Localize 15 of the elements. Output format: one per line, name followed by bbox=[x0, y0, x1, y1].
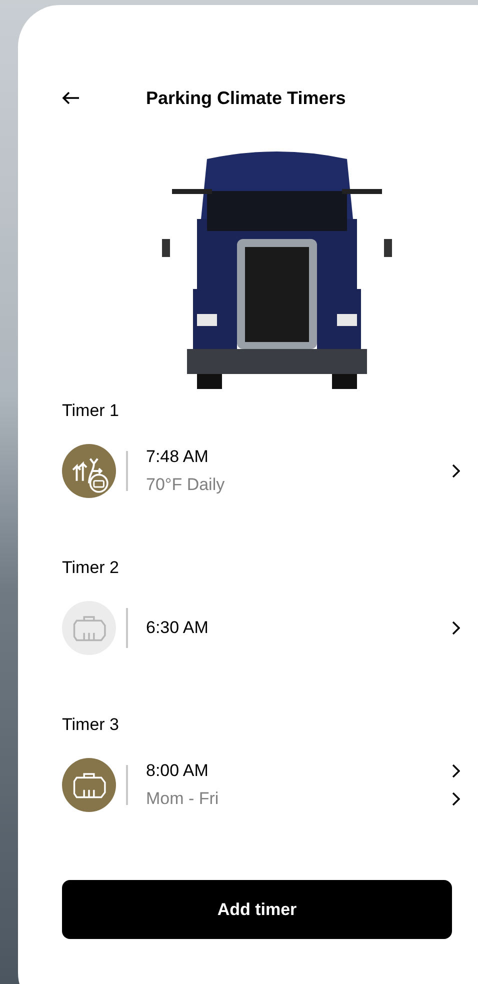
chevron-right-icon[interactable] bbox=[452, 792, 460, 806]
timer-time: 8:00 AM bbox=[146, 761, 210, 781]
timer-detail: Mom - Fri bbox=[146, 789, 220, 809]
timer-time: 7:48 AM bbox=[146, 447, 210, 467]
add-timer-button[interactable]: Add timer bbox=[62, 880, 452, 939]
timer-detail: 70°F Daily bbox=[146, 475, 226, 495]
chevron-right-icon[interactable] bbox=[452, 764, 460, 778]
chevron-right-icon[interactable] bbox=[452, 621, 460, 635]
timer-label: Timer 1 bbox=[62, 401, 120, 421]
chevron-right-icon[interactable] bbox=[452, 464, 460, 478]
timer-time: 6:30 AM bbox=[146, 618, 210, 638]
timer-label: Timer 3 bbox=[62, 715, 120, 735]
timer-label: Timer 2 bbox=[62, 558, 120, 578]
back-arrow-icon[interactable] bbox=[62, 91, 80, 105]
screen-title: Parking Climate Timers bbox=[146, 88, 346, 108]
